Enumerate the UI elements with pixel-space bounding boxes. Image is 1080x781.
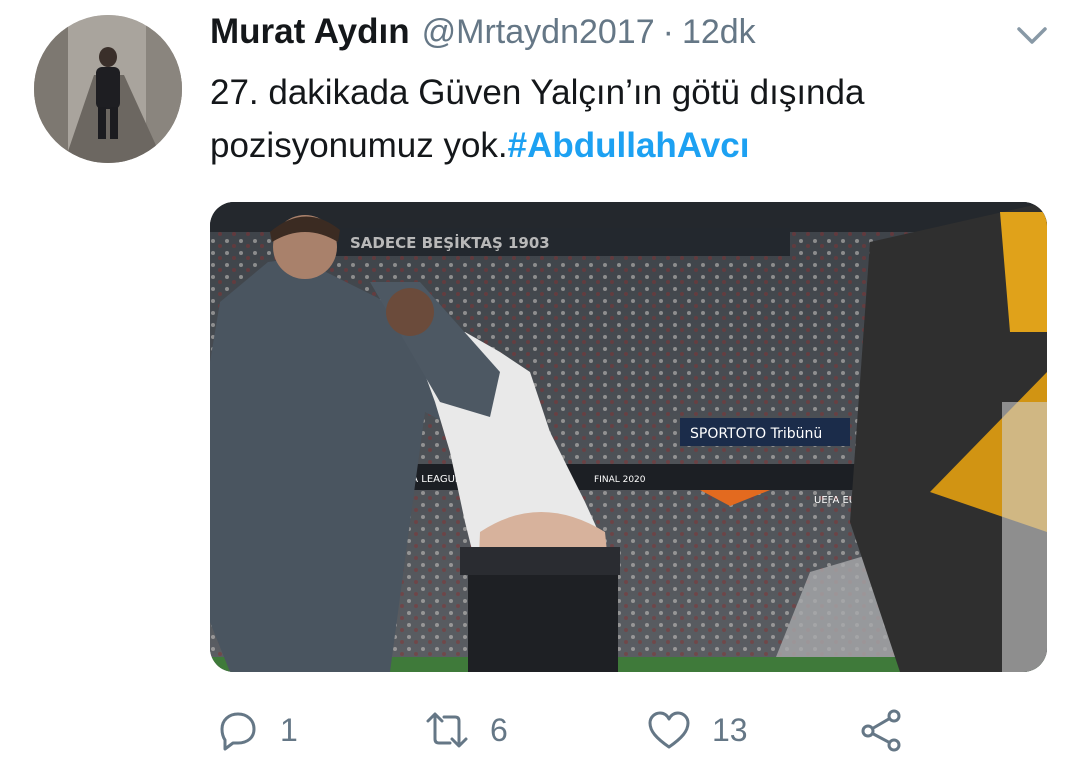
reply-count: 1 <box>280 711 298 748</box>
author-name[interactable]: Murat Aydın <box>210 12 410 52</box>
reply-icon <box>220 712 256 751</box>
tweet-actions: 1 6 13 <box>214 700 934 760</box>
like-button[interactable]: 13 <box>646 700 748 760</box>
share-icon <box>861 709 901 752</box>
tweet-text-line-2-prefix: pozisyonumuz yok. <box>210 126 508 165</box>
separator-dot: · <box>662 13 674 51</box>
retweet-button[interactable]: 6 <box>424 700 508 760</box>
tweet-text-line-1: 27. dakikada Güven Yalçın’ın götü dışınd… <box>210 73 865 112</box>
board-final: FINAL 2020 <box>594 475 646 485</box>
tweet-media-image[interactable]: SADECE BEŞİKTAŞ 1903 SPORTOTO Tribünü OP… <box>210 202 1047 672</box>
tweet-header: Murat Aydın @Mrtaydn2017 · 12dk <box>210 12 756 56</box>
reply-button[interactable]: 1 <box>214 700 298 760</box>
timestamp[interactable]: 12dk <box>682 13 756 52</box>
share-button[interactable] <box>858 700 904 760</box>
avatar[interactable] <box>34 15 182 163</box>
retweet-icon <box>426 712 468 748</box>
more-options-button[interactable] <box>1014 20 1050 50</box>
banner-text: SADECE BEŞİKTAŞ 1903 <box>350 233 550 252</box>
stadium-photo: SADECE BEŞİKTAŞ 1903 SPORTOTO Tribünü OP… <box>210 202 1047 672</box>
heart-icon <box>648 711 690 749</box>
tweet-card[interactable]: Murat Aydın @Mrtaydn2017 · 12dk 27. daki… <box>0 0 1080 781</box>
author-handle[interactable]: @Mrtaydn2017 <box>422 13 655 52</box>
hashtag-link[interactable]: #AbdullahAvcı <box>508 126 750 165</box>
tweet-text-line-2: pozisyonumuz yok.#AbdullahAvcı <box>210 119 1030 172</box>
like-count: 13 <box>712 711 748 748</box>
sponsor-sign: SPORTOTO Tribünü <box>690 426 822 442</box>
tweet-text: 27. dakikada Güven Yalçın’ın götü dışınd… <box>210 66 1030 172</box>
chevron-down-icon <box>1017 27 1047 44</box>
avatar-photo <box>34 15 182 163</box>
retweet-count: 6 <box>490 711 508 748</box>
